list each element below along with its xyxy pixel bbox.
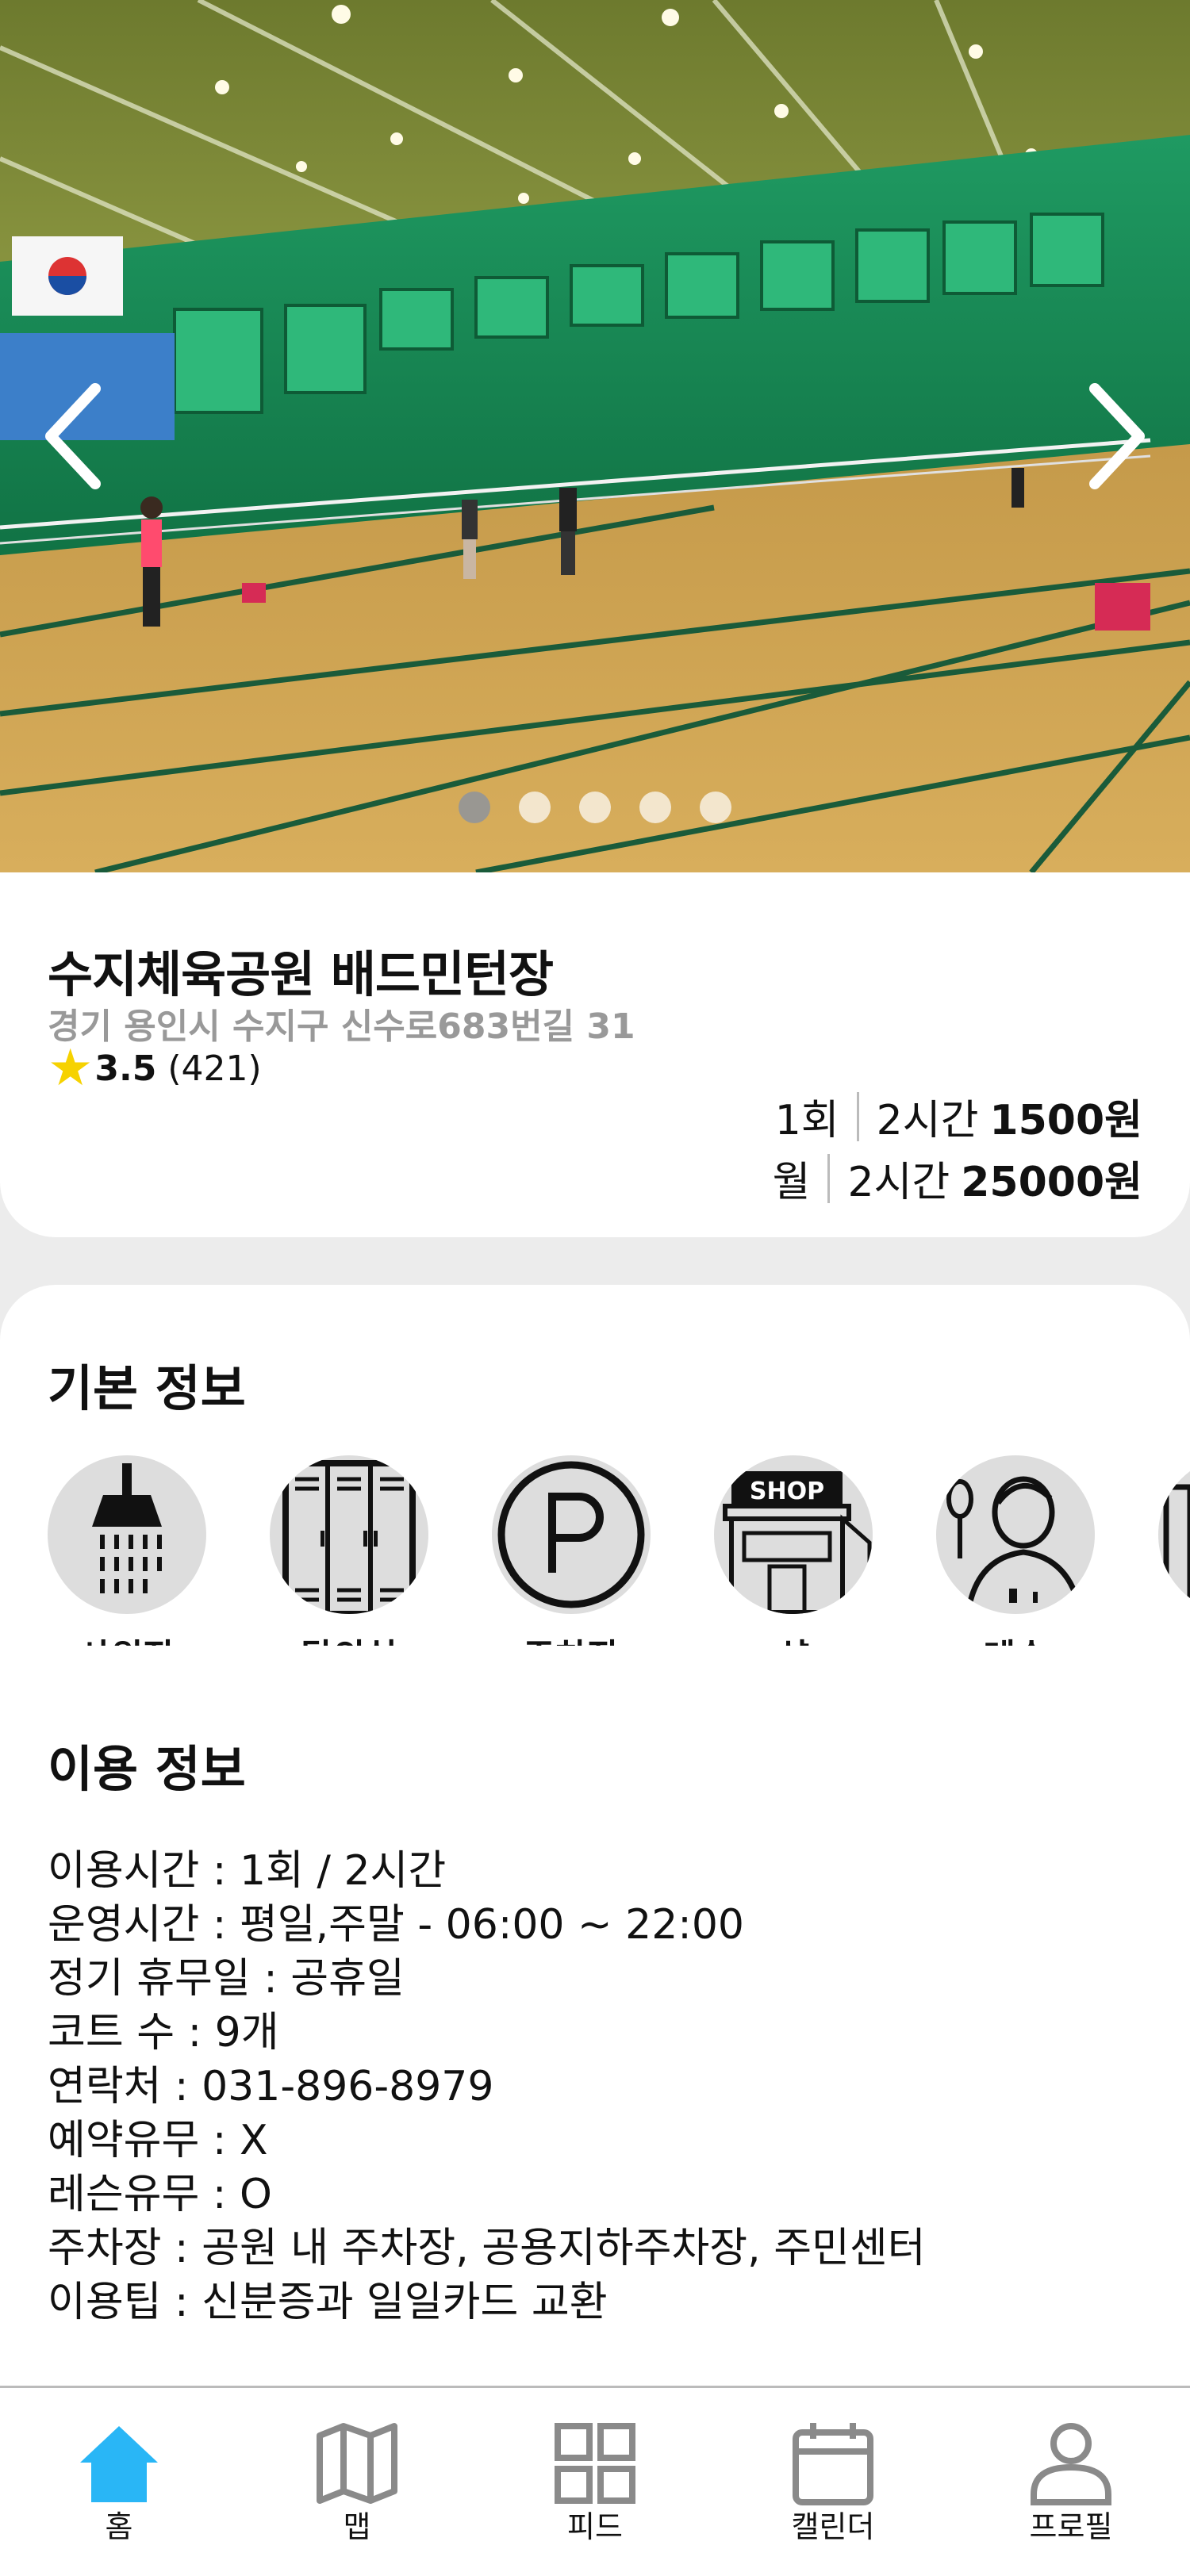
chevron-right-icon	[1089, 383, 1145, 489]
price-per-visit: 1회 2시간 1500원	[775, 1087, 1142, 1146]
price-amount: 1500원	[989, 1097, 1142, 1144]
shop-icon: SHOP	[723, 1471, 872, 1614]
price-monthly: 월 2시간 25000원	[773, 1148, 1142, 1208]
tab-label: 캘린더	[791, 2509, 875, 2544]
amenity-parking[interactable]: 주차장	[492, 1455, 651, 1646]
usage-line: 이용팁 : 신분증과 일일카드 교환	[48, 2279, 608, 2326]
usage-line: 주차장 : 공원 내 주차장, 공용지하주차장, 주민센터	[48, 2225, 926, 2272]
price-unit: 월	[772, 1159, 811, 1206]
coach-icon	[946, 1476, 1084, 1614]
map-icon	[317, 2423, 397, 2504]
amenity-shop[interactable]: SHOP 샵	[714, 1455, 873, 1646]
tab-label: 프로필	[1029, 2509, 1113, 2544]
price-amount: 25000원	[961, 1159, 1142, 1206]
usage-line: 코트 수 : 9개	[48, 2009, 279, 2057]
carousel-pagination	[0, 792, 1190, 823]
tab-calendar[interactable]: 캘린더	[754, 2420, 912, 2546]
amenity-label: 주차장	[492, 1628, 651, 1646]
screen: 수지체육공원 배드민턴장 경기 용인시 수지구 신수로683번길 31 ★ 3.…	[0, 0, 1190, 2576]
usage-line: 운영시간 : 평일,주말 - 06:00 ~ 22:00	[48, 1901, 744, 1949]
amenity-shower[interactable]: 샤워장	[48, 1455, 206, 1646]
amenity-list[interactable]: 샤워장	[48, 1455, 1190, 1646]
calendar-icon	[793, 2423, 873, 2505]
carousel-dot[interactable]	[519, 792, 551, 823]
amenity-label: 레슨	[936, 1628, 1095, 1646]
price-duration: 2시간	[847, 1159, 950, 1206]
carousel-dot[interactable]	[700, 792, 731, 823]
usage-line: 정기 휴무일 : 공휴일	[48, 1955, 405, 2003]
tab-label: 홈	[105, 2509, 133, 2544]
review-count: (421)	[167, 1048, 262, 1089]
home-icon	[80, 2426, 158, 2502]
star-icon: ★	[48, 1039, 94, 1098]
svg-text:SHOP: SHOP	[750, 1478, 824, 1505]
usage-line: 예약유무 : X	[48, 2117, 268, 2164]
tab-home[interactable]: 홈	[40, 2420, 198, 2546]
price-divider	[827, 1153, 831, 1203]
amenity-label: 샤워장	[48, 1628, 206, 1646]
amenity-locker-room[interactable]: 탈의실	[270, 1455, 428, 1646]
carousel-dot[interactable]	[579, 792, 611, 823]
amenity-label: 샵	[714, 1628, 873, 1646]
usage-line: 이용시간 : 1회 / 2시간	[48, 1847, 447, 1895]
price-unit: 1회	[774, 1097, 839, 1144]
shower-icon	[92, 1463, 162, 1593]
chevron-left-icon	[45, 383, 101, 489]
tab-label: 피드	[567, 2509, 623, 2544]
more-amenity-icon	[1163, 1484, 1190, 1609]
tab-feed[interactable]: 피드	[516, 2420, 674, 2546]
profile-icon	[1031, 2423, 1111, 2505]
usage-info-list: 이용시간 : 1회 / 2시간 운영시간 : 평일,주말 - 06:00 ~ 2…	[48, 1844, 926, 2329]
tab-label: 맵	[343, 2509, 371, 2544]
tab-profile[interactable]: 프로필	[992, 2420, 1150, 2546]
previous-photo-button[interactable]	[32, 373, 119, 500]
usage-line: 연락처 : 031-896-8979	[48, 2063, 494, 2110]
next-photo-button[interactable]	[1071, 373, 1158, 500]
carousel-dot[interactable]	[459, 792, 490, 823]
grid-icon	[555, 2423, 635, 2504]
rating-score: 3.5	[94, 1048, 157, 1089]
bottom-tab-bar: 홈 맵 피드 캘린더 프로필	[0, 2386, 1190, 2576]
photo-carousel[interactable]	[0, 0, 1190, 872]
usage-line: 레슨유무 : O	[48, 2171, 272, 2218]
price-duration: 2시간	[876, 1097, 979, 1144]
place-info-card: 수지체육공원 배드민턴장 경기 용인시 수지구 신수로683번길 31 ★ 3.…	[0, 872, 1190, 1237]
amenity-more[interactable]	[1158, 1455, 1190, 1614]
rating: ★ 3.5 (421)	[48, 1043, 262, 1094]
gym-photo	[0, 0, 1190, 872]
parking-icon	[497, 1461, 645, 1608]
usage-info-title: 이용 정보	[48, 1740, 246, 1798]
details-card: 기본 정보 샤워장	[0, 1285, 1190, 2387]
locker-icon	[282, 1460, 416, 1614]
place-name: 수지체육공원 배드민턴장	[48, 945, 554, 1003]
place-address: 경기 용인시 수지구 신수로683번길 31	[48, 1006, 635, 1047]
amenity-label: 탈의실	[270, 1628, 428, 1646]
amenity-lesson[interactable]: 레슨	[936, 1455, 1095, 1646]
tab-map[interactable]: 맵	[278, 2420, 436, 2546]
price-divider	[856, 1091, 859, 1141]
carousel-dot[interactable]	[639, 792, 671, 823]
basic-info-title: 기본 정보	[48, 1359, 246, 1417]
